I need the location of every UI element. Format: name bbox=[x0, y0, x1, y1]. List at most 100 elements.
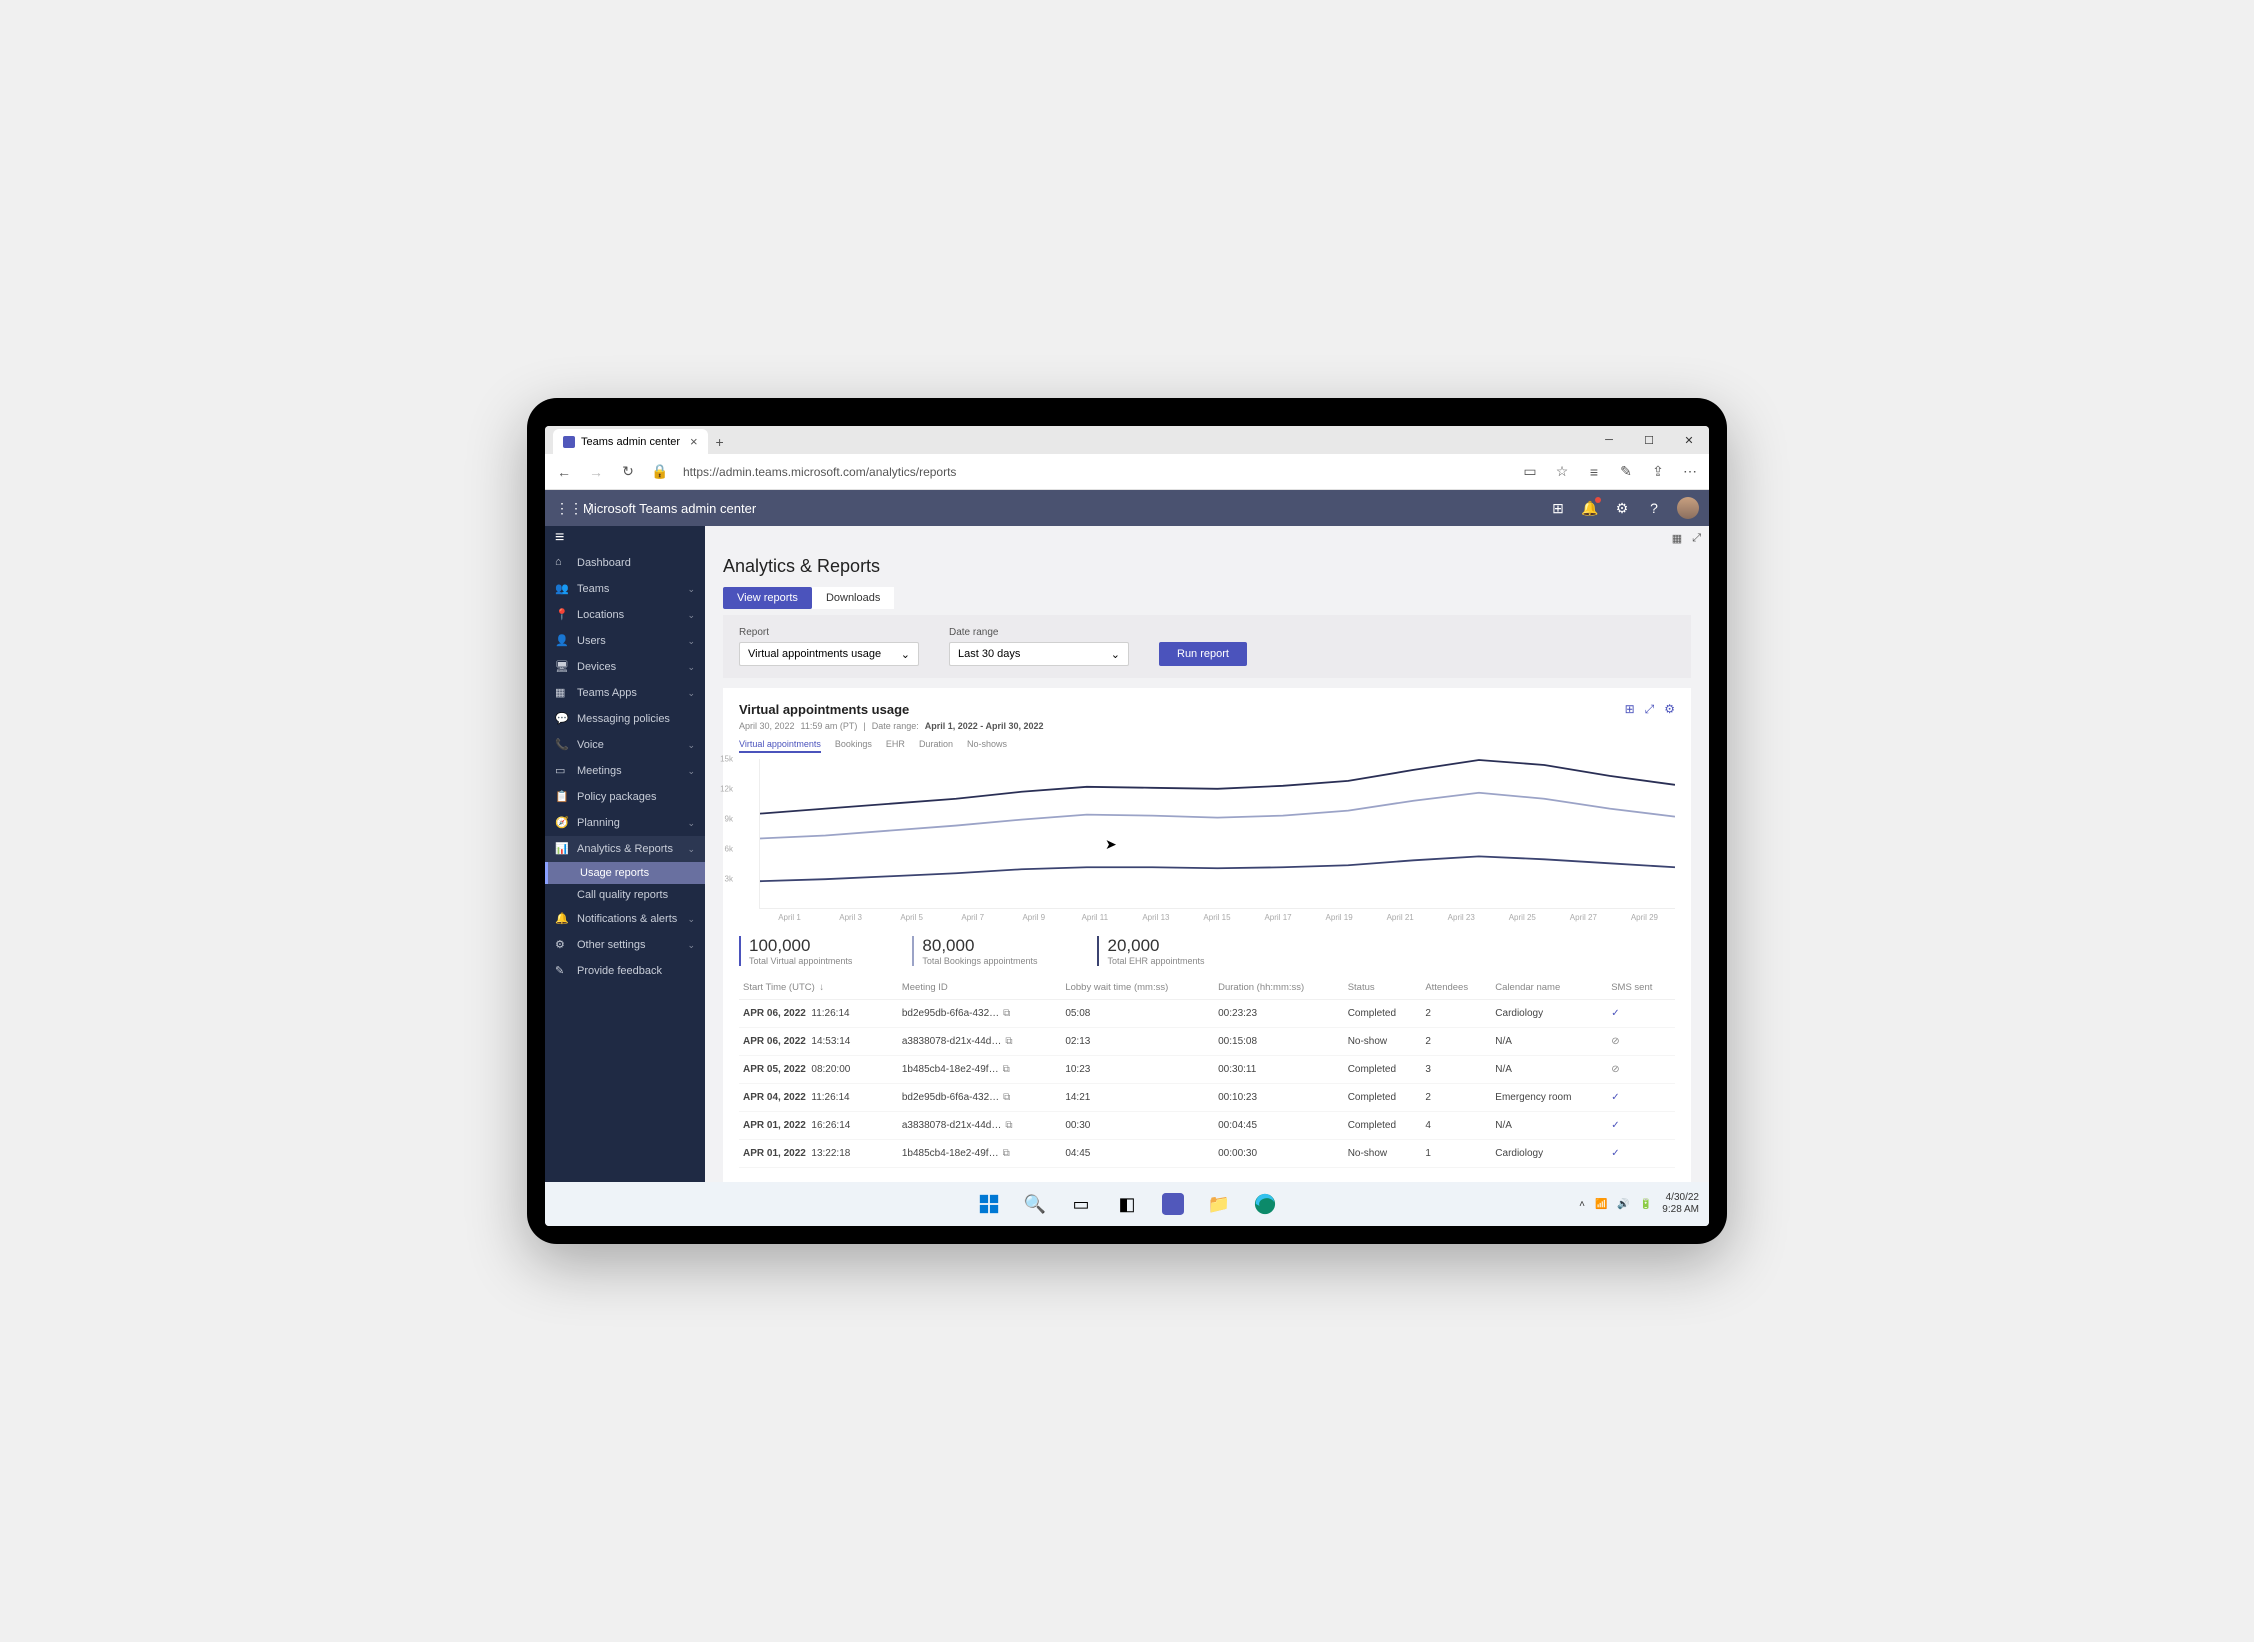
sms-sent-icon: ✓ bbox=[1611, 1148, 1619, 1159]
usage-chart bbox=[759, 759, 1675, 909]
sidebar-item-label: Other settings bbox=[577, 939, 645, 951]
back-button[interactable]: ← bbox=[555, 463, 573, 481]
sidebar-item-policy-packages[interactable]: 📋Policy packages bbox=[545, 784, 705, 810]
edge-icon[interactable] bbox=[1252, 1191, 1278, 1217]
sidebar-sub-usage-reports[interactable]: Usage reports bbox=[545, 862, 705, 884]
table-header[interactable]: Attendees bbox=[1421, 976, 1491, 1000]
sidebar-item-locations[interactable]: 📍Locations⌄ bbox=[545, 602, 705, 628]
sidebar-item-planning[interactable]: 🧭 Planning ⌄ bbox=[545, 810, 705, 836]
volume-icon[interactable]: 🔊 bbox=[1617, 1199, 1629, 1210]
close-tab-icon[interactable]: × bbox=[690, 434, 698, 449]
sidebar-item-meetings[interactable]: ▭Meetings⌄ bbox=[545, 758, 705, 784]
app-title: Microsoft Teams admin center bbox=[583, 501, 756, 516]
copy-icon[interactable]: ⧉ bbox=[1005, 1120, 1012, 1131]
table-header[interactable]: Calendar name bbox=[1491, 976, 1607, 1000]
reading-mode-icon[interactable]: ▭ bbox=[1521, 463, 1539, 481]
tray-expand-icon[interactable]: ˄ bbox=[1579, 1199, 1585, 1210]
wifi-icon[interactable]: 📶 bbox=[1595, 1199, 1607, 1210]
table-row[interactable]: APR 05, 2022 08:20:00 1b485cb4-18e2-49f…… bbox=[739, 1056, 1675, 1084]
report-select[interactable]: Virtual appointments usage ⌄ bbox=[739, 642, 919, 666]
table-row[interactable]: APR 01, 2022 16:26:14 a3838078-d21x-44d…… bbox=[739, 1112, 1675, 1140]
browser-tab[interactable]: Teams admin center × bbox=[553, 429, 708, 454]
menu-lines-icon[interactable]: ≡ bbox=[1585, 463, 1603, 481]
tab-downloads[interactable]: Downloads bbox=[812, 587, 894, 609]
fullscreen-icon[interactable]: ⤢ bbox=[1692, 532, 1701, 545]
table-header[interactable]: Start Time (UTC) ↓ bbox=[739, 976, 898, 1000]
chart-tab-noshows[interactable]: No-shows bbox=[967, 739, 1007, 753]
chart-x-tick: April 1 bbox=[759, 913, 820, 922]
table-row[interactable]: APR 01, 2022 13:22:18 1b485cb4-18e2-49f…… bbox=[739, 1140, 1675, 1168]
teams-app-icon[interactable]: ⊞ bbox=[1549, 499, 1567, 517]
run-report-button[interactable]: Run report bbox=[1159, 642, 1247, 666]
app-launcher-icon[interactable]: ⋮⋮⋮ bbox=[555, 500, 583, 517]
layout-icon[interactable]: ▦ bbox=[1672, 532, 1682, 545]
sidebar-item-notifications-alerts[interactable]: 🔔Notifications & alerts⌄ bbox=[545, 906, 705, 932]
battery-icon[interactable]: 🔋 bbox=[1640, 1199, 1652, 1210]
date-range-select[interactable]: Last 30 days ⌄ bbox=[949, 642, 1129, 666]
clock[interactable]: 4/30/22 9:28 AM bbox=[1662, 1192, 1699, 1216]
sidebar-item-analytics-reports[interactable]: 📊Analytics & Reports⌄ bbox=[545, 836, 705, 862]
chart-tab-ehr[interactable]: EHR bbox=[886, 739, 905, 753]
sidebar-item-other-settings[interactable]: ⚙Other settings⌄ bbox=[545, 932, 705, 958]
url-field[interactable]: https://admin.teams.microsoft.com/analyt… bbox=[683, 465, 1507, 479]
filter-panel: Report Virtual appointments usage ⌄ Date… bbox=[723, 615, 1691, 678]
sidebar-item-dashboard[interactable]: ⌂Dashboard bbox=[545, 550, 705, 576]
copy-icon[interactable]: ⧉ bbox=[1003, 1064, 1010, 1075]
teams-taskbar-icon[interactable] bbox=[1160, 1191, 1186, 1217]
sidebar-item-teams-apps[interactable]: ▦Teams Apps⌄ bbox=[545, 680, 705, 706]
chart-tab-duration[interactable]: Duration bbox=[919, 739, 953, 753]
table-row[interactable]: APR 06, 2022 11:26:14 bd2e95db-6f6a-432…… bbox=[739, 1000, 1675, 1028]
widgets-icon[interactable]: ◧ bbox=[1114, 1191, 1140, 1217]
notifications-icon[interactable]: 🔔 bbox=[1581, 499, 1599, 517]
table-header[interactable]: Status bbox=[1344, 976, 1422, 1000]
sidebar-sub-call-quality-reports[interactable]: Call quality reports bbox=[545, 884, 705, 906]
sidebar-item-voice[interactable]: 📞Voice⌄ bbox=[545, 732, 705, 758]
chevron-down-icon: ⌄ bbox=[687, 740, 695, 751]
help-icon[interactable]: ? bbox=[1645, 499, 1663, 517]
favorite-icon[interactable]: ☆ bbox=[1553, 463, 1571, 481]
search-icon[interactable]: 🔍 bbox=[1022, 1191, 1048, 1217]
copy-icon[interactable]: ⧉ bbox=[1005, 1036, 1012, 1047]
sidebar-item-devices[interactable]: 🖥Devices⌄ bbox=[545, 654, 705, 680]
sidebar-item-provide-feedback[interactable]: ✎Provide feedback bbox=[545, 958, 705, 984]
chart-tab-bookings[interactable]: Bookings bbox=[835, 739, 872, 753]
edit-icon[interactable]: ✎ bbox=[1617, 463, 1635, 481]
maximize-button[interactable]: ☐ bbox=[1629, 426, 1669, 454]
close-window-button[interactable]: ✕ bbox=[1669, 426, 1709, 454]
report-settings-icon[interactable]: ⚙ bbox=[1664, 702, 1675, 717]
explorer-icon[interactable]: 📁 bbox=[1206, 1191, 1232, 1217]
total-bookings: 80,000 Total Bookings appointments bbox=[912, 936, 1037, 966]
share-icon[interactable]: ⇪ bbox=[1649, 463, 1667, 481]
chart-tab-virtual[interactable]: Virtual appointments bbox=[739, 739, 821, 753]
forward-button[interactable]: → bbox=[587, 463, 605, 481]
tab-view-reports[interactable]: View reports bbox=[723, 587, 812, 609]
sidebar-toggle[interactable]: ≡ bbox=[545, 526, 705, 550]
planning-icon: 🧭 bbox=[555, 816, 569, 830]
start-button[interactable] bbox=[976, 1191, 1002, 1217]
new-tab-button[interactable]: + bbox=[708, 430, 732, 454]
more-icon[interactable]: ⋯ bbox=[1681, 463, 1699, 481]
copy-icon[interactable]: ⧉ bbox=[1003, 1148, 1010, 1159]
copy-icon[interactable]: ⧉ bbox=[1003, 1008, 1010, 1019]
table-row[interactable]: APR 06, 2022 14:53:14 a3838078-d21x-44d…… bbox=[739, 1028, 1675, 1056]
sidebar-item-teams[interactable]: 👥Teams⌄ bbox=[545, 576, 705, 602]
settings-icon[interactable]: ⚙ bbox=[1613, 499, 1631, 517]
address-bar: ← → ↻ 🔒 https://admin.teams.microsoft.co… bbox=[545, 454, 1709, 490]
refresh-button[interactable]: ↻ bbox=[619, 463, 637, 481]
sidebar-item-messaging-policies[interactable]: 💬Messaging policies bbox=[545, 706, 705, 732]
table-header[interactable]: Duration (hh:mm:ss) bbox=[1214, 976, 1344, 1000]
minimize-button[interactable]: ─ bbox=[1589, 426, 1629, 454]
copy-icon[interactable]: ⧉ bbox=[1003, 1092, 1010, 1103]
expand-icon[interactable]: ⤢ bbox=[1645, 702, 1655, 717]
table-row[interactable]: APR 04, 2022 11:26:14 bd2e95db-6f6a-432…… bbox=[739, 1084, 1675, 1112]
chevron-down-icon: ⌄ bbox=[687, 818, 695, 829]
table-header[interactable]: SMS sent bbox=[1607, 976, 1675, 1000]
table-header[interactable]: Lobby wait time (mm:ss) bbox=[1061, 976, 1214, 1000]
task-view-icon[interactable]: ▭ bbox=[1068, 1191, 1094, 1217]
sidebar-item-users[interactable]: 👤Users⌄ bbox=[545, 628, 705, 654]
table-header[interactable]: Meeting ID bbox=[898, 976, 1061, 1000]
report-meta: April 30, 2022 11:59 am (PT) | Date rang… bbox=[739, 721, 1675, 731]
user-avatar[interactable] bbox=[1677, 497, 1699, 519]
sidebar-item-label: Planning bbox=[577, 817, 620, 829]
export-excel-icon[interactable]: ⊞ bbox=[1625, 702, 1635, 717]
